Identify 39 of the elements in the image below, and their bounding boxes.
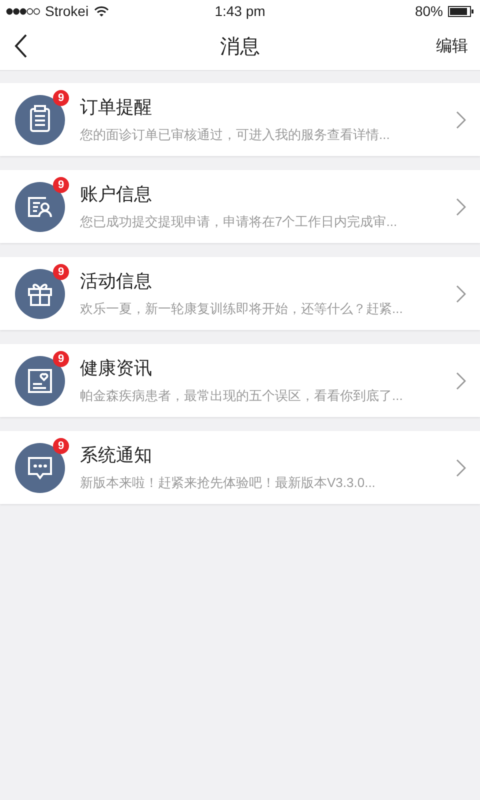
message-preview: 您的面诊订单已审核通过，可进入我的服务查看详情... bbox=[80, 126, 390, 144]
edit-button[interactable]: 编辑 bbox=[436, 36, 468, 56]
battery-percent: 80% bbox=[414, 3, 443, 19]
id-card-icon bbox=[15, 182, 65, 232]
chevron-icon bbox=[456, 110, 466, 128]
chevron-icon bbox=[456, 284, 466, 302]
wifi-icon bbox=[94, 6, 109, 16]
chat-bubble-icon bbox=[15, 442, 65, 492]
unread-badge: 9 bbox=[53, 350, 69, 366]
carrier-name: Strokei bbox=[45, 3, 89, 19]
chevron-icon bbox=[456, 372, 466, 390]
clock-time: 1:43 pm bbox=[214, 3, 266, 19]
message-preview: 帕金森疾病患者，最常出现的五个误区，看看你到底了... bbox=[80, 387, 403, 405]
chevron-icon bbox=[456, 458, 466, 476]
battery-icon bbox=[448, 6, 474, 16]
signal-icon bbox=[6, 8, 40, 14]
message-item[interactable]: 9 订单提醒 您的面诊订单已审核通过，可进入我的服务查看详情... bbox=[0, 83, 480, 156]
message-title: 订单提醒 bbox=[80, 96, 152, 119]
message-title: 系统通知 bbox=[80, 444, 152, 467]
message-item[interactable]: 9 健康资讯 帕金森疾病患者，最常出现的五个误区，看看你到底了... bbox=[0, 344, 480, 417]
unread-badge: 9 bbox=[53, 90, 69, 106]
gift-icon bbox=[15, 268, 65, 318]
back-icon bbox=[14, 34, 28, 58]
message-title: 活动信息 bbox=[80, 270, 152, 293]
message-item[interactable]: 9 活动信息 欢乐一夏，新一轮康复训练即将开始，还等什么？赶紧... bbox=[0, 257, 480, 330]
message-item[interactable]: 9 系统通知 新版本来啦！赶紧来抢先体验吧！最新版本V3.3.0... bbox=[0, 431, 480, 504]
clipboard-icon bbox=[15, 94, 65, 144]
message-title: 账户信息 bbox=[80, 183, 152, 206]
page-title: 消息 bbox=[220, 34, 260, 60]
message-preview: 欢乐一夏，新一轮康复训练即将开始，还等什么？赶紧... bbox=[80, 300, 403, 318]
chevron-icon bbox=[456, 198, 466, 216]
unread-badge: 9 bbox=[53, 176, 69, 192]
message-preview: 您已成功提交提现申请，申请将在7个工作日内完成审... bbox=[80, 213, 398, 231]
message-title: 健康资讯 bbox=[80, 357, 152, 380]
heart-picture-icon bbox=[15, 356, 65, 406]
unread-badge: 9 bbox=[53, 438, 69, 454]
unread-badge: 9 bbox=[53, 264, 69, 280]
message-preview: 新版本来啦！赶紧来抢先体验吧！最新版本V3.3.0... bbox=[80, 474, 376, 492]
message-item[interactable]: 9 账户信息 您已成功提交提现申请，申请将在7个工作日内完成审... bbox=[0, 170, 480, 243]
